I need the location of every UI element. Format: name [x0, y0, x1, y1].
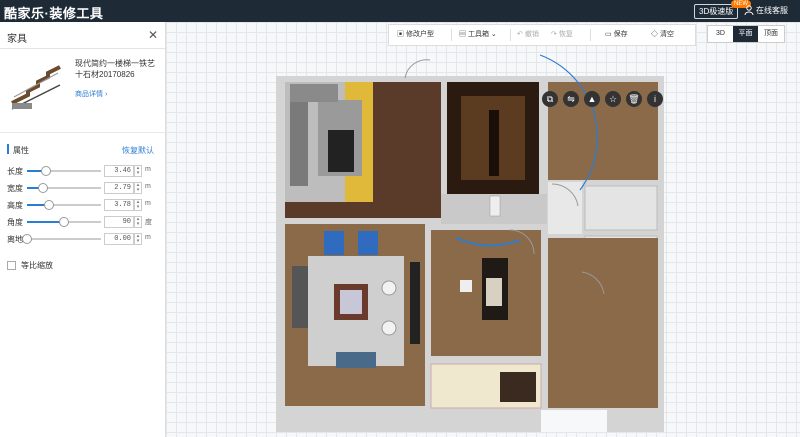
furniture-panel: 家具 ✕ 现代简约一楼梯一铁艺十石材20170826 商品详情 › 属性 恢复默…: [0, 22, 166, 437]
panel-divider: [0, 132, 165, 133]
undo-icon: ↶: [517, 31, 523, 38]
panel-header: 家具 ✕: [0, 22, 165, 49]
stepper-icon[interactable]: ▴ ▾: [134, 199, 142, 211]
view-switch: 3D 平面 顶面: [707, 25, 785, 43]
view-plan-button[interactable]: 平面: [733, 26, 758, 42]
property-label: 宽度: [7, 184, 23, 193]
info-icon[interactable]: i: [647, 91, 663, 107]
delete-icon[interactable]: 🗑: [626, 91, 642, 107]
proportional-scale-checkbox[interactable]: [7, 261, 16, 270]
property-row: 高度 3.78 ▴ ▾ m: [7, 199, 157, 211]
reset-default-link[interactable]: 恢复默认: [122, 145, 154, 156]
floor-plan[interactable]: [166, 22, 800, 437]
property-unit: 度: [145, 219, 152, 226]
property-label: 离地: [7, 235, 23, 244]
panel-title: 家具: [7, 34, 27, 45]
slider-handle[interactable]: [59, 217, 69, 227]
stepper-icon[interactable]: ▴ ▾: [134, 216, 142, 228]
copy-icon[interactable]: ⧉: [542, 91, 558, 107]
online-service-link[interactable]: 在线客服: [756, 5, 788, 16]
slider-handle[interactable]: [44, 200, 55, 210]
property-input[interactable]: 3.46: [104, 165, 134, 177]
flip-horizontal-icon[interactable]: ⇋: [563, 91, 579, 107]
edit-toolbar: ▣ 修改户型 ▤ 工具箱 ⌄ ↶ 撤销 ↷ 恢复 ▭ 保存 ◇ 清空: [388, 24, 696, 46]
clear-icon: ◇: [651, 31, 658, 38]
property-slider[interactable]: [27, 166, 101, 176]
slider-handle[interactable]: [38, 183, 49, 193]
product-name: 现代简约一楼梯一铁艺十石材20170826: [75, 59, 155, 79]
property-label: 长度: [7, 167, 23, 176]
stepper-icon[interactable]: ▴ ▾: [134, 165, 142, 177]
clear-label: 清空: [659, 31, 674, 38]
redo-icon: ↷: [551, 31, 557, 38]
slider-handle[interactable]: [41, 166, 52, 176]
app-logo[interactable]: 酷家乐·装修工具: [4, 3, 103, 22]
toolbox-button[interactable]: ▤ 工具箱 ⌄: [459, 25, 497, 45]
undo-label: 撤销: [524, 31, 539, 38]
redo-button[interactable]: ↷ 恢复: [551, 25, 573, 45]
stepper-icon[interactable]: ▴ ▾: [134, 182, 142, 194]
property-unit: m: [145, 200, 151, 207]
user-icon[interactable]: [744, 5, 754, 15]
redo-label: 恢复: [558, 31, 573, 38]
view-3d-button[interactable]: 3D: [708, 26, 733, 42]
product-detail-link[interactable]: 商品详情 ›: [75, 89, 107, 99]
toolbar-separator: [590, 29, 591, 41]
property-row: 角度 90 ▴ ▾ 度: [7, 216, 157, 228]
modify-layout-button[interactable]: ▣ 修改户型: [397, 25, 434, 45]
property-unit: m: [145, 166, 151, 173]
product-thumbnail: [8, 59, 64, 115]
property-unit: m: [145, 183, 151, 190]
toolbox-label: 工具箱: [467, 31, 489, 38]
property-label: 角度: [7, 218, 23, 227]
property-unit: m: [145, 234, 151, 241]
undo-button[interactable]: ↶ 撤销: [517, 25, 539, 45]
property-label: 高度: [7, 201, 23, 210]
property-row: 长度 3.46 ▴ ▾ m: [7, 165, 157, 177]
clear-button[interactable]: ◇ 清空: [651, 25, 674, 45]
property-slider[interactable]: [27, 183, 101, 193]
design-canvas[interactable]: [166, 22, 800, 437]
top-bar: 酷家乐·装修工具 3D极速版 NEW 在线客服: [0, 0, 800, 22]
property-slider[interactable]: [22, 234, 101, 244]
modify-layout-icon: ▣: [397, 31, 404, 38]
property-slider[interactable]: [27, 200, 101, 210]
property-input[interactable]: 3.78: [104, 199, 134, 211]
favorite-icon[interactable]: ☆: [605, 91, 621, 107]
modify-layout-label: 修改户型: [405, 31, 434, 38]
toolbar-separator: [451, 29, 452, 41]
property-row: 宽度 2.79 ▴ ▾ m: [7, 182, 157, 194]
flip-vertical-icon[interactable]: ▲: [584, 91, 600, 107]
slider-handle[interactable]: [22, 234, 32, 244]
save-icon: ▭: [605, 31, 612, 38]
properties-title: 属性: [13, 146, 29, 155]
proportional-scale-label: 等比缩放: [21, 261, 53, 270]
property-row: 离地 0.00 ▴ ▾ m: [7, 233, 157, 245]
property-input[interactable]: 2.79: [104, 182, 134, 194]
save-label: 保存: [613, 31, 628, 38]
section-marker: [7, 144, 9, 154]
stepper-icon[interactable]: ▴ ▾: [134, 233, 142, 245]
toolbar-separator: [510, 29, 511, 41]
close-icon[interactable]: ✕: [148, 28, 158, 42]
property-input[interactable]: 0.00: [104, 233, 134, 245]
view-ceiling-button[interactable]: 顶面: [758, 26, 784, 42]
property-slider[interactable]: [27, 217, 101, 227]
property-input[interactable]: 90: [104, 216, 134, 228]
save-button[interactable]: ▭ 保存: [605, 25, 628, 45]
toolbox-icon: ▤: [459, 31, 466, 38]
chevron-down-icon: ⌄: [490, 31, 497, 38]
